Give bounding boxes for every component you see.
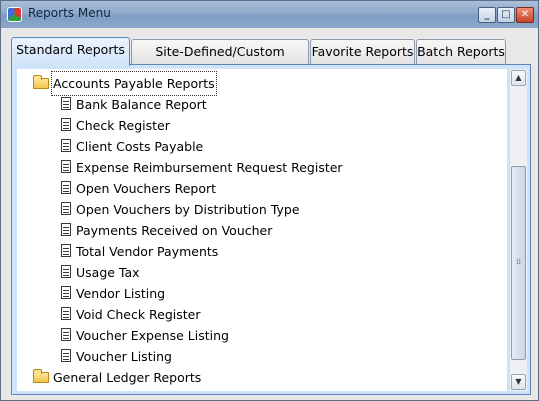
report-item[interactable]: Open Vouchers by Distribution Type <box>17 199 507 220</box>
report-tree: Accounts Payable Reports Bank Balance Rep… <box>17 69 507 391</box>
report-label: Open Vouchers Report <box>76 181 217 196</box>
report-document-icon <box>61 97 71 110</box>
report-tabs: Standard Reports Site-Defined/Custom Rep… <box>11 37 531 83</box>
report-item[interactable]: Voucher Expense Listing <box>17 325 507 346</box>
report-document-icon <box>61 160 71 173</box>
reports-menu-window: Reports Menu _ □ ✕ Standard Reports Site… <box>0 0 539 401</box>
report-label: Voucher Listing <box>76 349 172 364</box>
report-item[interactable]: Void Check Register <box>17 304 507 325</box>
tab-panel: Accounts Payable Reports Bank Balance Rep… <box>11 64 531 395</box>
report-label: Total Vendor Payments <box>76 244 219 259</box>
report-document-icon <box>61 349 71 362</box>
report-label: Vendor Listing <box>76 286 166 301</box>
tab-standard-reports[interactable]: Standard Reports <box>11 37 130 66</box>
app-icon <box>7 7 22 22</box>
report-item[interactable]: Bank Balance Report <box>17 94 507 115</box>
report-label: Usage Tax <box>76 265 140 280</box>
scrollbar-thumb[interactable]: ⁞⁞ <box>511 166 526 360</box>
report-item[interactable]: Voucher Listing <box>17 346 507 367</box>
report-label: Bank Balance Report <box>76 97 207 112</box>
report-item[interactable]: Total Vendor Payments <box>17 241 507 262</box>
folder-general-ledger-reports[interactable]: General Ledger Reports <box>17 367 507 388</box>
report-document-icon <box>61 118 71 131</box>
tab-favorite-reports[interactable]: Favorite Reports <box>310 39 415 65</box>
report-item[interactable]: Client Costs Payable <box>17 136 507 157</box>
report-label: Client Costs Payable <box>76 139 204 154</box>
folder-label: General Ledger Reports <box>53 370 202 385</box>
report-item[interactable]: Payments Received on Voucher <box>17 220 507 241</box>
scroll-down-button[interactable]: ▼ <box>511 374 526 390</box>
report-document-icon <box>61 202 71 215</box>
report-label: Void Check Register <box>76 307 201 322</box>
window-title: Reports Menu <box>28 6 111 20</box>
report-document-icon <box>61 244 71 257</box>
report-item[interactable]: Usage Tax <box>17 262 507 283</box>
report-document-icon <box>61 139 71 152</box>
close-button[interactable]: ✕ <box>516 7 534 23</box>
report-item[interactable]: Open Vouchers Report <box>17 178 507 199</box>
folder-accounts-payable-reports[interactable]: Accounts Payable Reports <box>17 71 507 96</box>
vertical-scrollbar[interactable]: ▲ ⁞⁞ ▼ <box>509 69 527 391</box>
report-document-icon <box>61 328 71 341</box>
report-item[interactable]: Check Register <box>17 115 507 136</box>
open-folder-icon <box>33 75 49 89</box>
report-document-icon <box>61 223 71 236</box>
title-bar[interactable]: Reports Menu _ □ ✕ <box>1 1 538 28</box>
report-label: Expense Reimbursement Request Register <box>76 160 343 175</box>
report-label: Voucher Expense Listing <box>76 328 229 343</box>
scroll-up-button[interactable]: ▲ <box>511 70 526 86</box>
report-document-icon <box>61 307 71 320</box>
report-item[interactable]: Vendor Listing <box>17 283 507 304</box>
tab-site-defined-custom-reports[interactable]: Site-Defined/Custom Reports <box>131 39 309 83</box>
report-document-icon <box>61 181 71 194</box>
grip-icon: ⁞⁞ <box>516 257 522 266</box>
report-document-icon <box>61 286 71 299</box>
maximize-button[interactable]: □ <box>497 7 515 23</box>
report-document-icon <box>61 265 71 278</box>
closed-folder-icon <box>33 369 49 383</box>
folder-label: Accounts Payable Reports <box>51 71 217 96</box>
minimize-button[interactable]: _ <box>478 7 496 23</box>
report-label: Open Vouchers by Distribution Type <box>76 202 300 217</box>
tab-batch-reports[interactable]: Batch Reports <box>416 39 506 65</box>
report-item[interactable]: Expense Reimbursement Request Register <box>17 157 507 178</box>
report-label: Check Register <box>76 118 170 133</box>
report-label: Payments Received on Voucher <box>76 223 273 238</box>
